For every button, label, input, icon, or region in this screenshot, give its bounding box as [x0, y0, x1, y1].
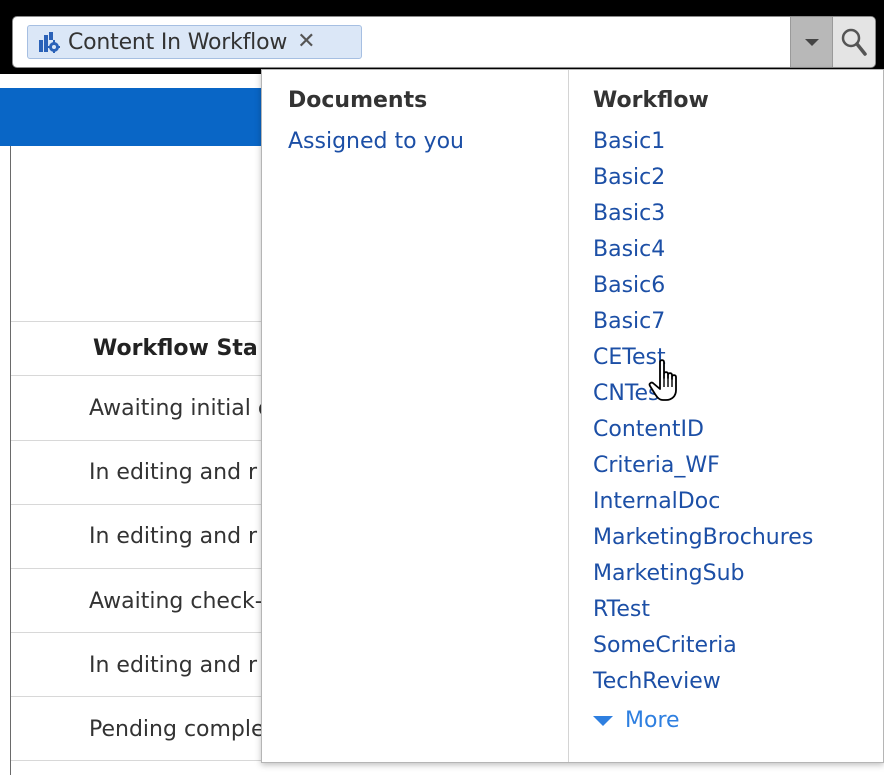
more-label: More [625, 708, 680, 733]
close-icon[interactable]: ✕ [297, 31, 315, 53]
hand-pointer-icon [648, 359, 677, 401]
table-row[interactable]: In editing and r [89, 460, 257, 485]
documents-heading: Documents [288, 88, 428, 113]
workflow-item[interactable]: MarketingBrochures [593, 525, 813, 551]
dropdown-toggle-button[interactable] [790, 17, 832, 67]
workflow-heading: Workflow [593, 88, 709, 113]
workflow-item[interactable]: Criteria_WF [593, 453, 720, 479]
filter-dropdown-panel: Documents Assigned to you Workflow Basic… [261, 69, 884, 763]
workflow-item[interactable]: Basic6 [593, 273, 665, 299]
content-left-border [10, 146, 11, 775]
workflow-content-icon [39, 32, 60, 53]
search-button[interactable] [832, 17, 875, 67]
workflow-item[interactable]: TechReview [593, 669, 721, 695]
app-window: Content In Workflow ✕ Workflow Sta v Awa… [0, 0, 884, 775]
workflow-item[interactable]: SomeCriteria [593, 633, 737, 659]
workflow-item[interactable]: RTest [593, 597, 650, 623]
assigned-to-you-link[interactable]: Assigned to you [288, 129, 464, 155]
search-box[interactable]: Content In Workflow ✕ [12, 16, 876, 68]
panel-divider [568, 70, 569, 762]
table-row[interactable]: In editing and r [89, 524, 257, 549]
triangle-down-icon [593, 715, 613, 726]
table-row[interactable]: Awaiting initial c [89, 396, 270, 421]
workflow-item[interactable]: InternalDoc [593, 489, 720, 515]
workflow-item[interactable]: Basic3 [593, 201, 665, 227]
workflow-item[interactable]: MarketingSub [593, 561, 745, 587]
workflow-item[interactable]: Basic7 [593, 309, 665, 335]
workflow-item[interactable]: Basic4 [593, 237, 665, 263]
workflow-status-column-header[interactable]: Workflow Sta [93, 336, 258, 361]
workflow-item[interactable]: Basic1 [593, 129, 665, 155]
table-row[interactable]: Awaiting check- [89, 589, 263, 614]
table-row[interactable]: In editing and r [89, 653, 257, 678]
workflow-item[interactable]: ContentID [593, 417, 704, 443]
magnifier-icon [841, 28, 867, 56]
search-token-label: Content In Workflow [68, 29, 288, 55]
workflow-item[interactable]: Basic2 [593, 165, 665, 191]
caret-down-icon [804, 39, 819, 46]
search-filter-token[interactable]: Content In Workflow ✕ [27, 25, 362, 59]
table-row[interactable]: Pending comple [89, 717, 265, 742]
more-link[interactable]: More [593, 708, 680, 733]
